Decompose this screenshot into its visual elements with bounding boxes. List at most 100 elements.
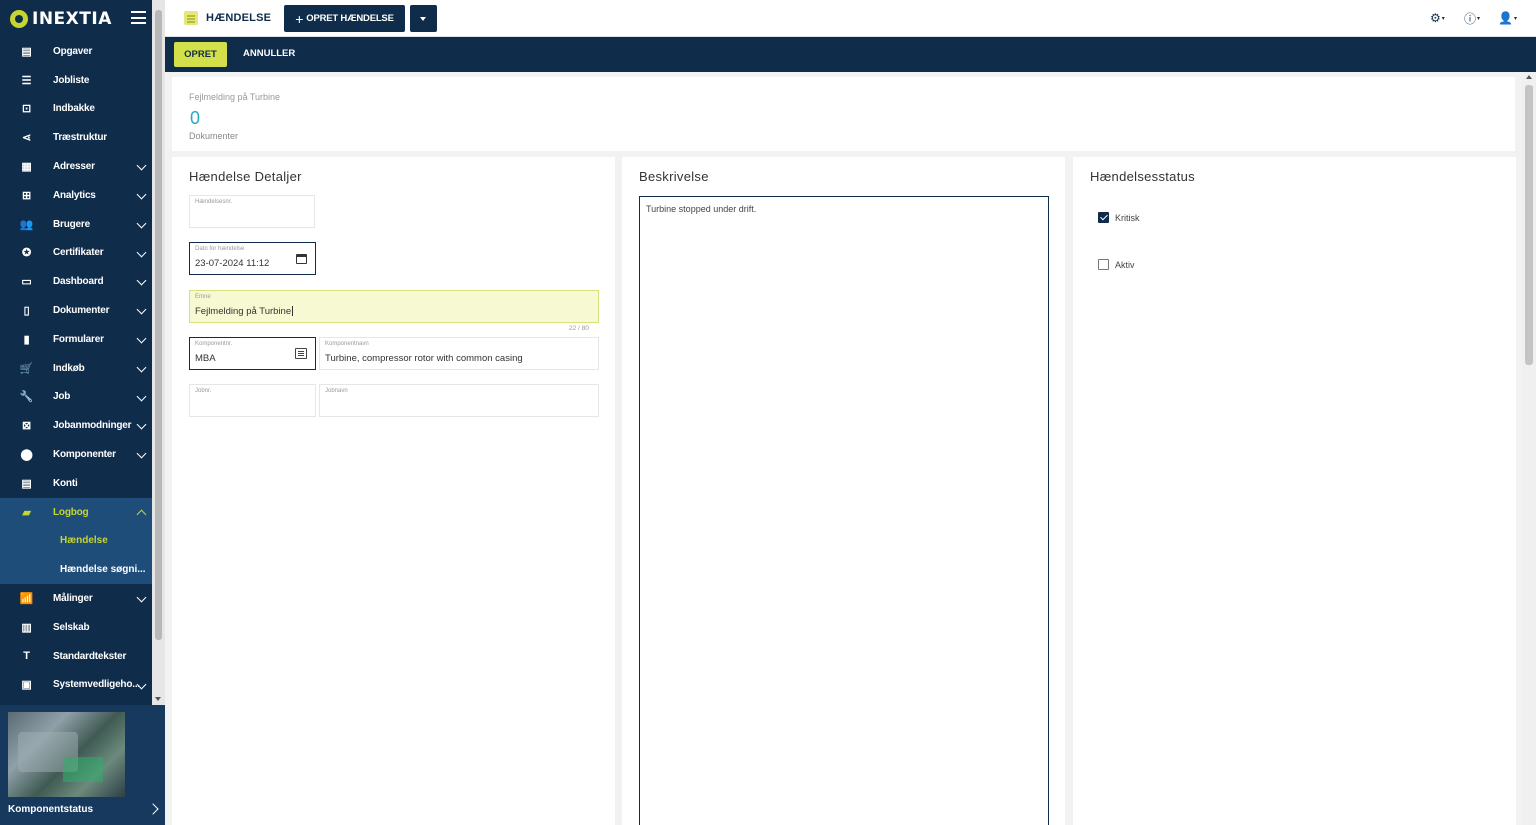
sidebar-item-jobanmodninger[interactable]: ⊠ Jobanmodninger [0,411,152,440]
sidebar-item-certifikater[interactable]: ✪ Certifikater [0,239,152,268]
logbook-page-icon [184,11,198,25]
sidebar-item-label: Konti [53,477,78,489]
chevron-down-icon [136,333,147,344]
list-picker-icon[interactable] [295,348,307,359]
sidebar-subitem-haendelse-soegning[interactable]: Hændelse søgni... [0,555,152,585]
create-event-button[interactable]: + OPRET HÆNDELSE [284,5,405,32]
event-date-field[interactable]: Dato for hændelse 23-07-2024 11:12 [189,242,316,275]
document-icon: ▯ [23,305,30,318]
description-heading: Beskrivelse [639,169,709,184]
sidebar-scrollbar[interactable] [152,0,165,705]
create-options-dropdown-button[interactable] [410,5,437,32]
critical-checkbox[interactable] [1098,212,1109,223]
component-name-field[interactable]: Komponentnavn Turbine, compressor rotor … [319,337,599,370]
certificate-icon: ✪ [21,247,32,260]
subject-field[interactable]: Emne Fejlmelding på Turbine [189,290,599,323]
event-status-panel: Hændelsesstatus Kritisk Aktiv [1073,157,1516,825]
chevron-down-icon [136,448,147,459]
sidebar-item-label: Dashboard [53,276,104,288]
event-details-panel: Hændelse Detaljer Hændelsesnr. Dato for … [172,157,615,825]
event-details-heading: Hændelse Detaljer [189,169,302,184]
chevron-down-icon [136,362,147,373]
sidebar-item-adresser[interactable]: ▦ Adresser [0,152,152,181]
cancel-button[interactable]: ANNULLER [243,48,295,59]
component-status-card[interactable]: Komponentstatus [0,705,165,825]
text-caret [292,306,294,317]
plus-icon: + [295,10,304,27]
sidebar-item-komponenter[interactable]: ⬤ Komponenter [0,440,152,469]
sidebar-item-indkob[interactable]: 🛒 Indkøb [0,354,152,383]
sidebar-item-opgaver[interactable]: ▤ Opgaver [0,37,152,66]
chevron-down-icon [136,391,147,402]
calendar-icon[interactable] [296,254,307,264]
active-checkbox-row[interactable]: Aktiv [1098,259,1135,270]
sidebar-item-label: Målinger [53,593,93,605]
create-button[interactable]: OPRET [174,42,227,67]
sidebar-item-label: Indkøb [53,362,85,374]
active-checkbox[interactable] [1098,259,1109,270]
component-status-caption: Komponentstatus [8,804,93,815]
critical-checkbox-row[interactable]: Kritisk [1098,212,1140,223]
subject-value: Fejlmelding på Turbine [195,306,292,317]
scroll-down-arrow-icon[interactable] [155,697,161,701]
sidebar-item-dashboard[interactable]: ▭ Dashboard [0,267,152,296]
user-icon[interactable]: 👤 ▾ [1498,11,1517,25]
chevron-right-icon[interactable] [147,803,159,815]
sidebar-item-systemvedligehold[interactable]: ▣ Systemvedligeho... [0,671,152,700]
chevron-down-icon [136,247,147,258]
sidebar-item-label: Jobanmodninger [53,420,132,432]
sidebar-item-traestruktur[interactable]: ⋖ Træstruktur [0,123,152,152]
event-date-label: Dato for hændelse [195,246,245,252]
sidebar-item-standardtekster[interactable]: T Standardtekster [0,642,152,671]
documents-count[interactable]: 0 [190,108,200,129]
component-name-value: Turbine, compressor rotor with common ca… [325,353,523,364]
company-icon: ▥ [21,621,32,634]
sidebar-item-konti[interactable]: ▤ Konti [0,469,152,498]
wrench-icon: 🔧 [19,391,34,404]
page-title: HÆNDELSE [206,12,272,24]
documents-label: Dokumenter [189,131,239,141]
job-name-label: Jobnavn [325,388,348,394]
sidebar-item-analytics[interactable]: ⊞ Analytics [0,181,152,210]
sidebar-item-maalinger[interactable]: 📶 Målinger [0,584,152,613]
scrollbar-thumb[interactable] [1525,85,1533,365]
event-number-field[interactable]: Hændelsesnr. [189,195,315,228]
sidebar-item-label: Træstruktur [53,132,107,144]
main-scrollbar[interactable] [1522,72,1536,825]
job-number-label: Jobnr. [195,388,212,394]
sidebar-item-brugere[interactable]: 👥 Brugere [0,210,152,239]
logo-mark-icon [10,9,28,28]
scrollbar-thumb[interactable] [155,10,162,640]
component-number-field[interactable]: Komponentnr. MBA [189,337,316,370]
job-number-field[interactable]: Jobnr. [189,384,316,417]
sidebar-item-jobliste[interactable]: ☰ Jobliste [0,66,152,95]
description-textarea[interactable]: Turbine stopped under drift. [639,196,1049,825]
component-number-label: Komponentnr. [195,341,233,347]
sidebar-item-label: Certifikater [53,247,104,259]
address-book-icon: ▦ [21,161,32,174]
sidebar-item-label: Logbog [53,506,89,518]
sidebar-item-indbakke[interactable]: ⊡ Indbakke [0,95,152,124]
scroll-up-arrow-icon[interactable] [1526,75,1532,79]
job-name-field[interactable]: Jobnavn [319,384,599,417]
checklist-icon: ☰ [21,74,32,87]
logbook-icon: ▰ [22,506,31,519]
sidebar-item-label: Opgaver [53,45,93,57]
sidebar-subitem-haendelse[interactable]: Hændelse [0,526,152,556]
sidebar-item-dokumenter[interactable]: ▯ Dokumenter [0,296,152,325]
settings-icon[interactable]: ⚙ ▾ [1430,11,1446,25]
sidebar-item-formularer[interactable]: ▮ Formularer [0,325,152,354]
hamburger-menu-icon[interactable] [131,11,146,24]
top-bar: HÆNDELSE + OPRET HÆNDELSE ⚙ ▾ ⓘ ▾ 👤 ▾ [165,0,1536,37]
help-icon[interactable]: ⓘ ▾ [1464,11,1480,26]
sidebar-item-job[interactable]: 🔧 Job [0,383,152,412]
sidebar-nav: ▤ Opgaver ☰ Jobliste ⊡ Indbakke ⋖ Træstruktu… [0,37,152,699]
dashboard-icon: ▭ [21,276,32,289]
sidebar-item-logbog[interactable]: ▰ Logbog [0,497,152,527]
sidebar-item-selskab[interactable]: ▥ Selskab [0,613,152,642]
download-box-icon: ⊡ [21,103,32,116]
sidebar-item-label: Jobliste [53,74,90,86]
share-tree-icon: ⋖ [21,132,32,145]
measurements-icon: 📶 [19,593,34,606]
main-content: Fejlmelding på Turbine 0 Dokumenter Hænd… [165,72,1522,825]
